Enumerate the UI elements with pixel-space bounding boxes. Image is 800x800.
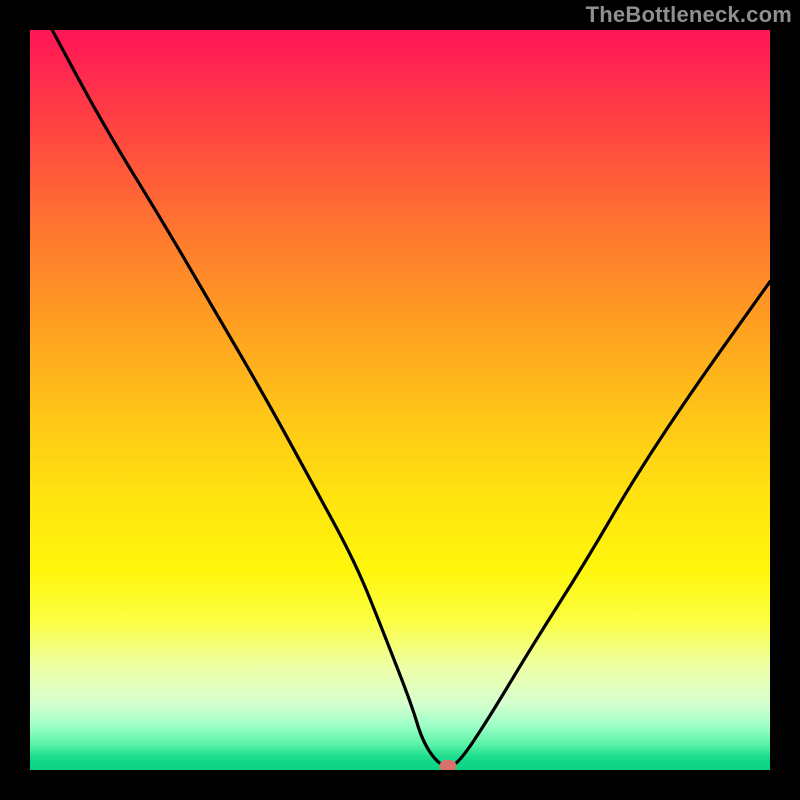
bottleneck-curve	[30, 30, 770, 770]
plot-area	[30, 30, 770, 770]
watermark-text: TheBottleneck.com	[586, 2, 792, 28]
chart-frame: TheBottleneck.com	[0, 0, 800, 800]
optimum-marker	[440, 760, 457, 770]
